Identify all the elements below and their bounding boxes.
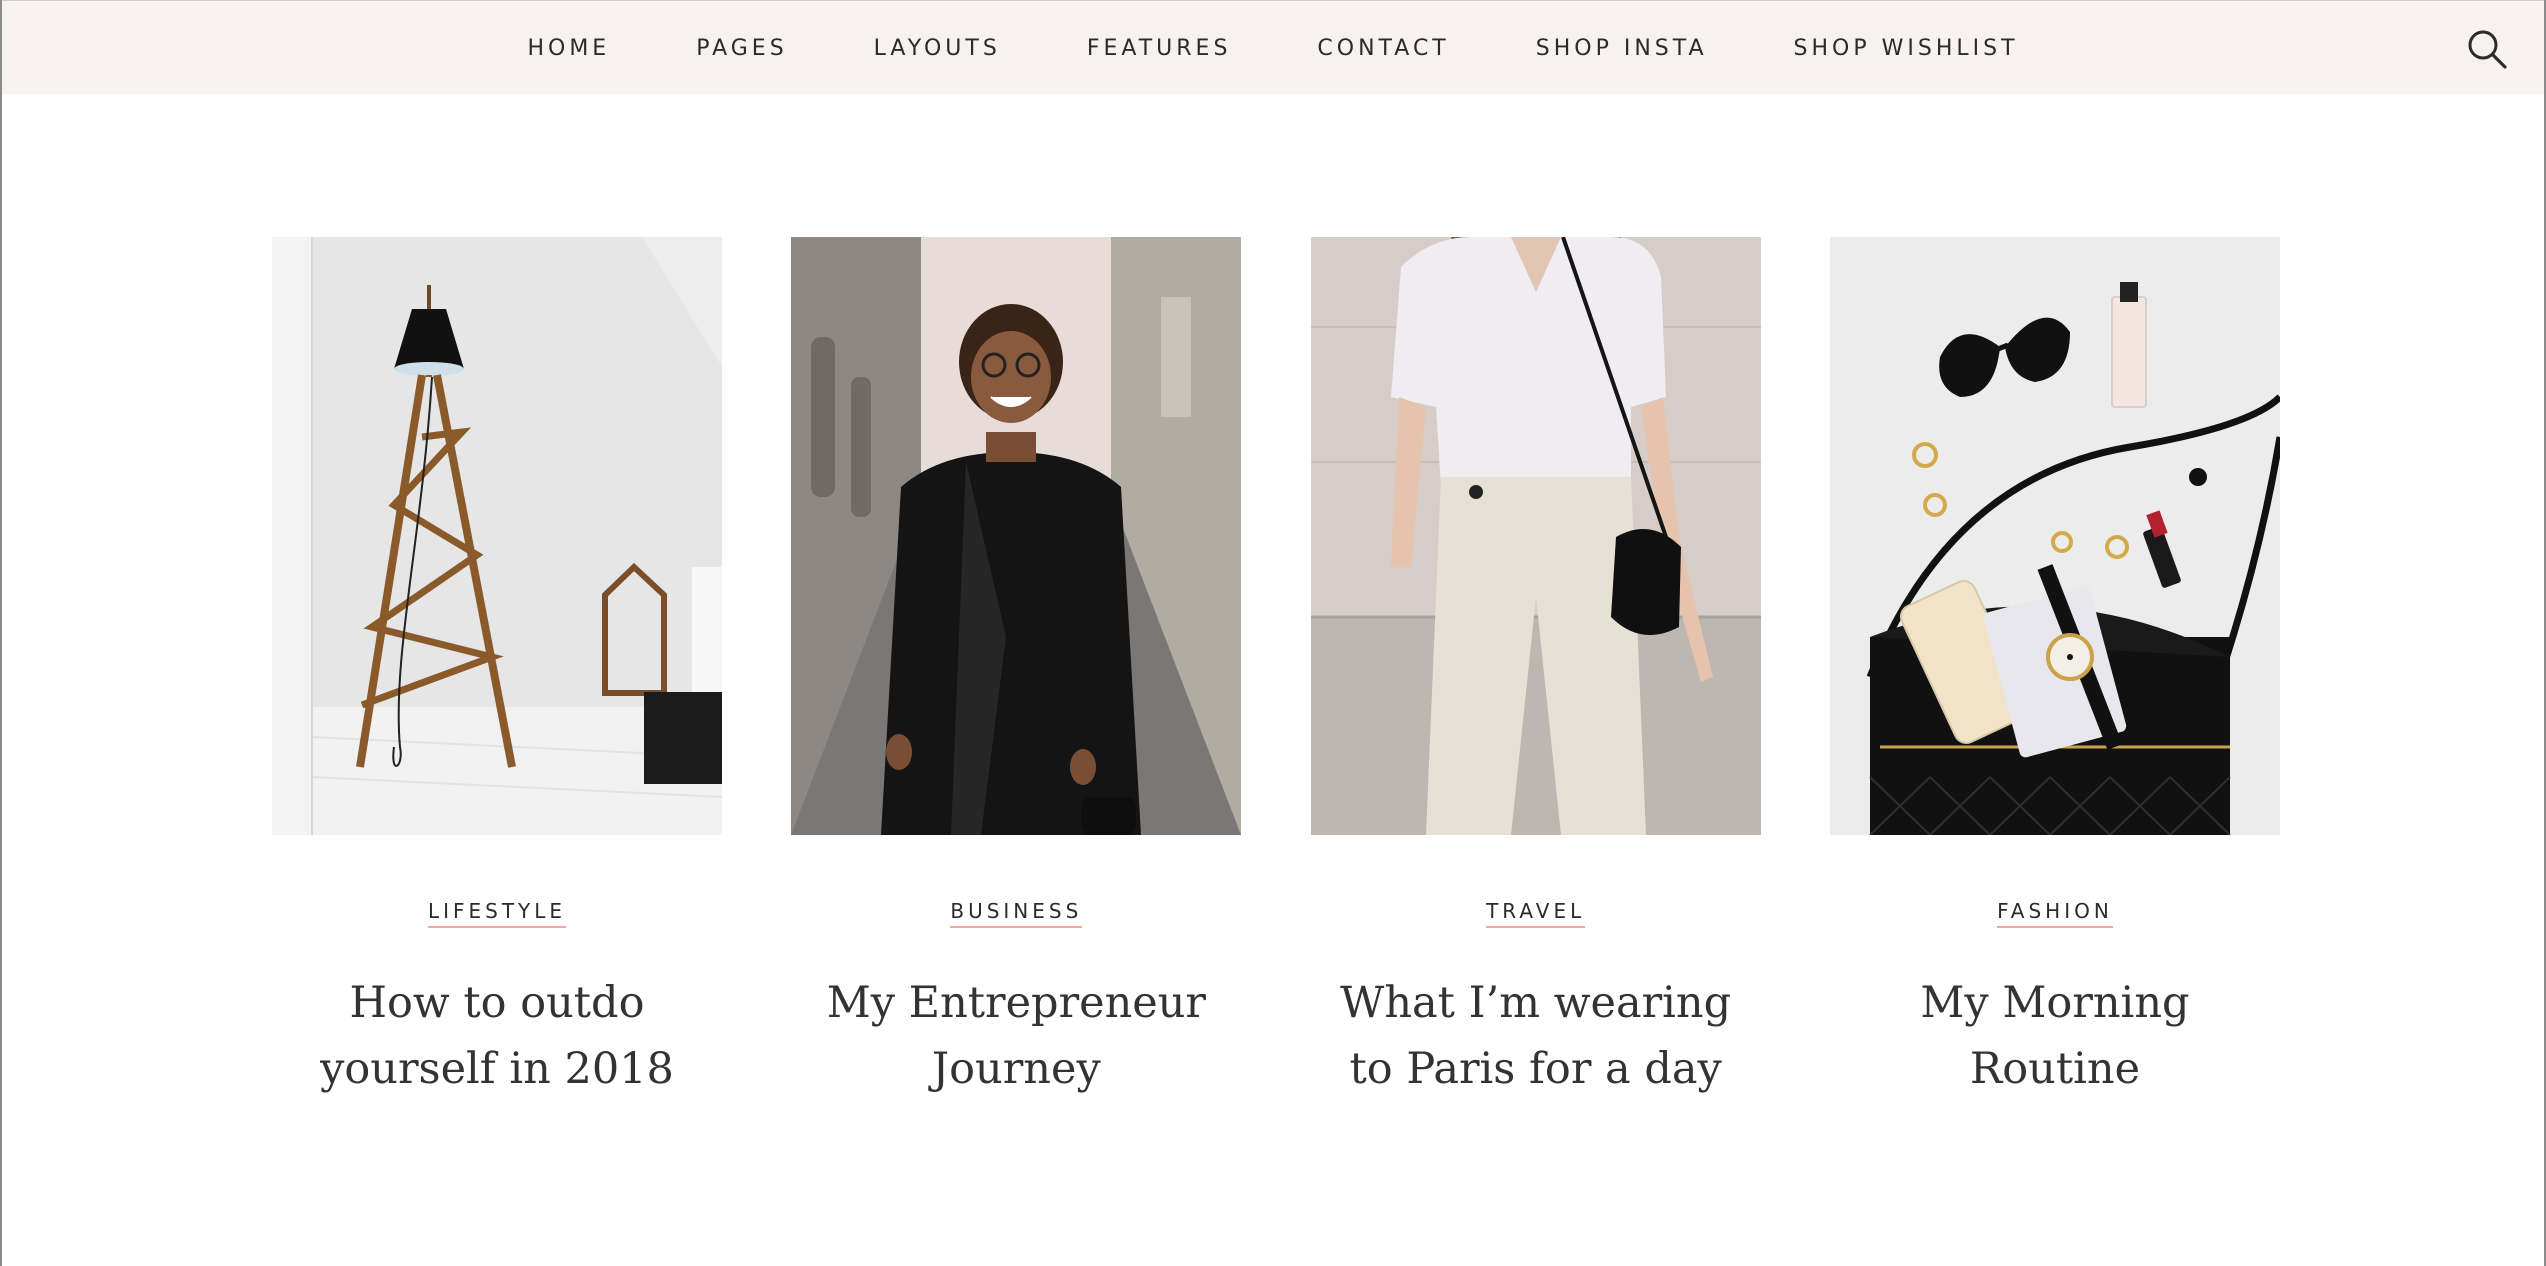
post-image-lifestyle[interactable]	[272, 237, 722, 835]
nav-item-shop-insta[interactable]: SHOP INSTA	[1536, 36, 1708, 61]
post-title[interactable]: My Morning Routine	[1845, 970, 2265, 1102]
smiling-woman-street-photo	[791, 237, 1242, 835]
nav-item-home[interactable]: HOME	[527, 36, 610, 61]
top-navigation-bar: HOME PAGES LAYOUTS FEATURES CONTACT SHOP…	[2, 0, 2544, 94]
handbag-flatlay-photo	[1829, 237, 2280, 835]
search-icon	[2468, 30, 2507, 69]
post-card-lifestyle[interactable]: LIFESTYLE How to outdo yourself in 2018	[272, 237, 722, 1138]
nav-item-contact[interactable]: CONTACT	[1317, 36, 1449, 61]
floor-lamp-photo	[272, 237, 722, 835]
post-card-fashion[interactable]: FASHION My Morning Routine	[1829, 237, 2280, 1138]
post-category[interactable]: FASHION	[1997, 899, 2113, 928]
post-card-business[interactable]: BUSINESS My Entrepreneur Journey	[791, 237, 1242, 1138]
main-nav: HOME PAGES LAYOUTS FEATURES CONTACT SHOP…	[2, 1, 2544, 95]
nav-item-features[interactable]: FEATURES	[1087, 36, 1232, 61]
post-title[interactable]: What I’m wearing to Paris for a day	[1326, 970, 1746, 1102]
post-category[interactable]: BUSINESS	[950, 899, 1083, 928]
post-category[interactable]: LIFESTYLE	[427, 899, 567, 928]
post-title[interactable]: My Entrepreneur Journey	[806, 970, 1226, 1102]
search-button[interactable]	[2466, 28, 2508, 70]
post-category[interactable]: TRAVEL	[1486, 899, 1586, 928]
nav-item-shop-wishlist[interactable]: SHOP WISHLIST	[1794, 36, 2019, 61]
post-image-travel[interactable]	[1310, 237, 1761, 835]
post-grid: LIFESTYLE How to outdo yourself in 2018	[272, 237, 2280, 1138]
post-image-business[interactable]	[791, 237, 1242, 835]
post-title[interactable]: How to outdo yourself in 2018	[287, 970, 707, 1102]
post-card-travel[interactable]: TRAVEL What I’m wearing to Paris for a d…	[1310, 237, 1761, 1138]
nav-item-pages[interactable]: PAGES	[696, 36, 787, 61]
post-image-fashion[interactable]	[1829, 237, 2280, 835]
nav-item-layouts[interactable]: LAYOUTS	[874, 36, 1001, 61]
white-outfit-photo	[1310, 237, 1761, 835]
